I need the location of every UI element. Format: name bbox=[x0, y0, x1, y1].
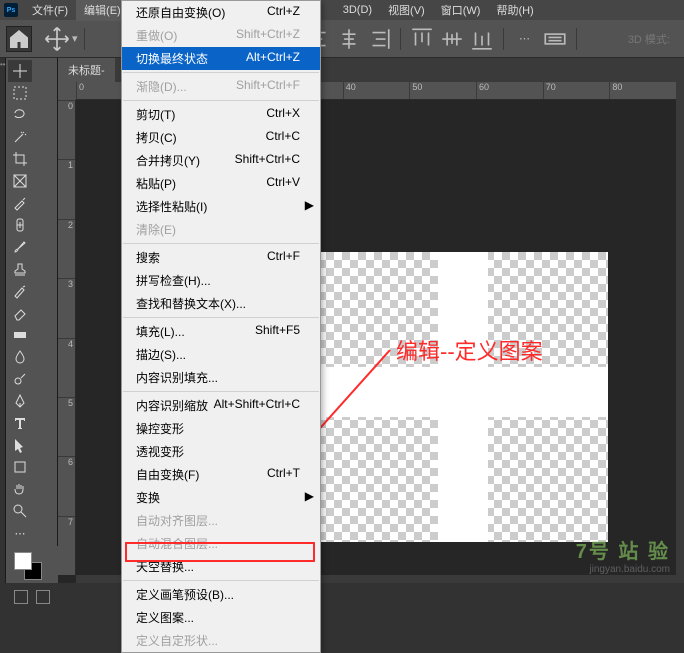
align-vcenter-icon[interactable] bbox=[439, 26, 465, 52]
color-swatch[interactable] bbox=[6, 546, 58, 586]
menu-item[interactable]: 定义画笔预设(B)... bbox=[122, 583, 320, 606]
heal-tool[interactable] bbox=[8, 214, 32, 236]
marquee-tool[interactable] bbox=[8, 82, 32, 104]
scrollbar-vertical[interactable] bbox=[676, 82, 684, 583]
menu-item: 重做(O)Shift+Ctrl+Z bbox=[122, 24, 320, 47]
watermark: 7号 站 验 jingyan.baidu.com bbox=[576, 535, 670, 575]
align-top-icon[interactable] bbox=[409, 26, 435, 52]
menu-item: 定义自定形状... bbox=[122, 629, 320, 652]
eraser-tool[interactable] bbox=[8, 302, 32, 324]
menu-item[interactable]: 查找和替换文本(X)... bbox=[122, 292, 320, 315]
move-tool[interactable] bbox=[8, 60, 32, 82]
menu-item[interactable]: 透视变形 bbox=[122, 440, 320, 463]
quickmask-icon[interactable] bbox=[14, 590, 28, 604]
align-hcenter-icon[interactable] bbox=[336, 26, 362, 52]
menu-item[interactable]: 合并拷贝(Y)Shift+Ctrl+C bbox=[122, 149, 320, 172]
pen-tool[interactable] bbox=[8, 390, 32, 412]
home-button[interactable] bbox=[6, 26, 32, 52]
history-brush-tool[interactable] bbox=[8, 280, 32, 302]
menu-item[interactable]: 还原自由变换(O)Ctrl+Z bbox=[122, 1, 320, 24]
move-icon[interactable] bbox=[44, 26, 70, 52]
mode-label: 3D 模式: bbox=[628, 31, 670, 47]
ruler-vertical[interactable]: 01234567 bbox=[58, 100, 76, 575]
edit-toolbar[interactable]: ⋯ bbox=[8, 522, 32, 544]
more-icon[interactable]: ⋯ bbox=[512, 26, 538, 52]
annotation-text: 编辑--定义图案 bbox=[396, 334, 543, 366]
align-bottom-icon[interactable] bbox=[469, 26, 495, 52]
document-tab[interactable]: 未标题- bbox=[58, 58, 115, 82]
screenmode-icon[interactable] bbox=[36, 590, 50, 604]
align-right-icon[interactable] bbox=[366, 26, 392, 52]
menu-item[interactable]: 剪切(T)Ctrl+X bbox=[122, 103, 320, 126]
menu-window[interactable]: 窗口(W) bbox=[433, 0, 489, 21]
dodge-tool[interactable] bbox=[8, 368, 32, 390]
brush-tool[interactable] bbox=[8, 236, 32, 258]
menu-item: 自动混合图层... bbox=[122, 532, 320, 555]
eyedropper-tool[interactable] bbox=[8, 192, 32, 214]
path-tool[interactable] bbox=[8, 434, 32, 456]
wand-tool[interactable] bbox=[8, 126, 32, 148]
menubar: Ps 文件(F) 编辑(E) 3D(D) 视图(V) 窗口(W) 帮助(H) bbox=[0, 0, 684, 20]
blur-tool[interactable] bbox=[8, 346, 32, 368]
toolbar: ⋯ bbox=[6, 58, 58, 546]
menu-item[interactable]: 内容识别缩放Alt+Shift+Ctrl+C bbox=[122, 394, 320, 417]
menu-item[interactable]: 填充(L)...Shift+F5 bbox=[122, 320, 320, 343]
gradient-tool[interactable] bbox=[8, 324, 32, 346]
zoom-tool[interactable] bbox=[8, 500, 32, 522]
ruler-origin[interactable] bbox=[58, 82, 76, 100]
options-bar: ▾ ⋯ 3D 模式: bbox=[0, 20, 684, 58]
menu-item[interactable]: 拷贝(C)Ctrl+C bbox=[122, 126, 320, 149]
menu-item[interactable]: 自由变换(F)Ctrl+T bbox=[122, 463, 320, 486]
menu-item[interactable]: 内容识别填充... bbox=[122, 366, 320, 389]
edit-menu-dropdown: 还原自由变换(O)Ctrl+Z重做(O)Shift+Ctrl+Z切换最终状态Al… bbox=[121, 0, 321, 653]
hand-tool[interactable] bbox=[8, 478, 32, 500]
menu-item[interactable]: 切换最终状态Alt+Ctrl+Z bbox=[122, 47, 320, 70]
menu-item[interactable]: 变换▶ bbox=[122, 486, 320, 509]
overflow-icon[interactable] bbox=[542, 26, 568, 52]
menu-item[interactable]: 拼写检查(H)... bbox=[122, 269, 320, 292]
menu-item[interactable]: 粘贴(P)Ctrl+V bbox=[122, 172, 320, 195]
lasso-tool[interactable] bbox=[8, 104, 32, 126]
menu-item[interactable]: 定义图案... bbox=[122, 606, 320, 629]
menu-item[interactable]: 搜索Ctrl+F bbox=[122, 246, 320, 269]
canvas[interactable] bbox=[318, 252, 608, 542]
menu-item: 清除(E) bbox=[122, 218, 320, 241]
menu-item[interactable]: 天空替换... bbox=[122, 555, 320, 578]
menu-item[interactable]: 操控变形 bbox=[122, 417, 320, 440]
menu-item[interactable]: 选择性粘贴(I)▶ bbox=[122, 195, 320, 218]
menu-help[interactable]: 帮助(H) bbox=[488, 0, 541, 21]
menu-item: 自动对齐图层... bbox=[122, 509, 320, 532]
stamp-tool[interactable] bbox=[8, 258, 32, 280]
menu-3d[interactable]: 3D(D) bbox=[335, 1, 380, 19]
app-logo: Ps bbox=[4, 3, 18, 17]
menu-item: 渐隐(D)...Shift+Ctrl+F bbox=[122, 75, 320, 98]
crop-tool[interactable] bbox=[8, 148, 32, 170]
menu-view[interactable]: 视图(V) bbox=[380, 0, 433, 21]
panel-handle[interactable]: •• bbox=[0, 58, 5, 69]
menu-item[interactable]: 描边(S)... bbox=[122, 343, 320, 366]
menu-file[interactable]: 文件(F) bbox=[24, 0, 76, 21]
shape-tool[interactable] bbox=[8, 456, 32, 478]
frame-tool[interactable] bbox=[8, 170, 32, 192]
type-tool[interactable] bbox=[8, 412, 32, 434]
